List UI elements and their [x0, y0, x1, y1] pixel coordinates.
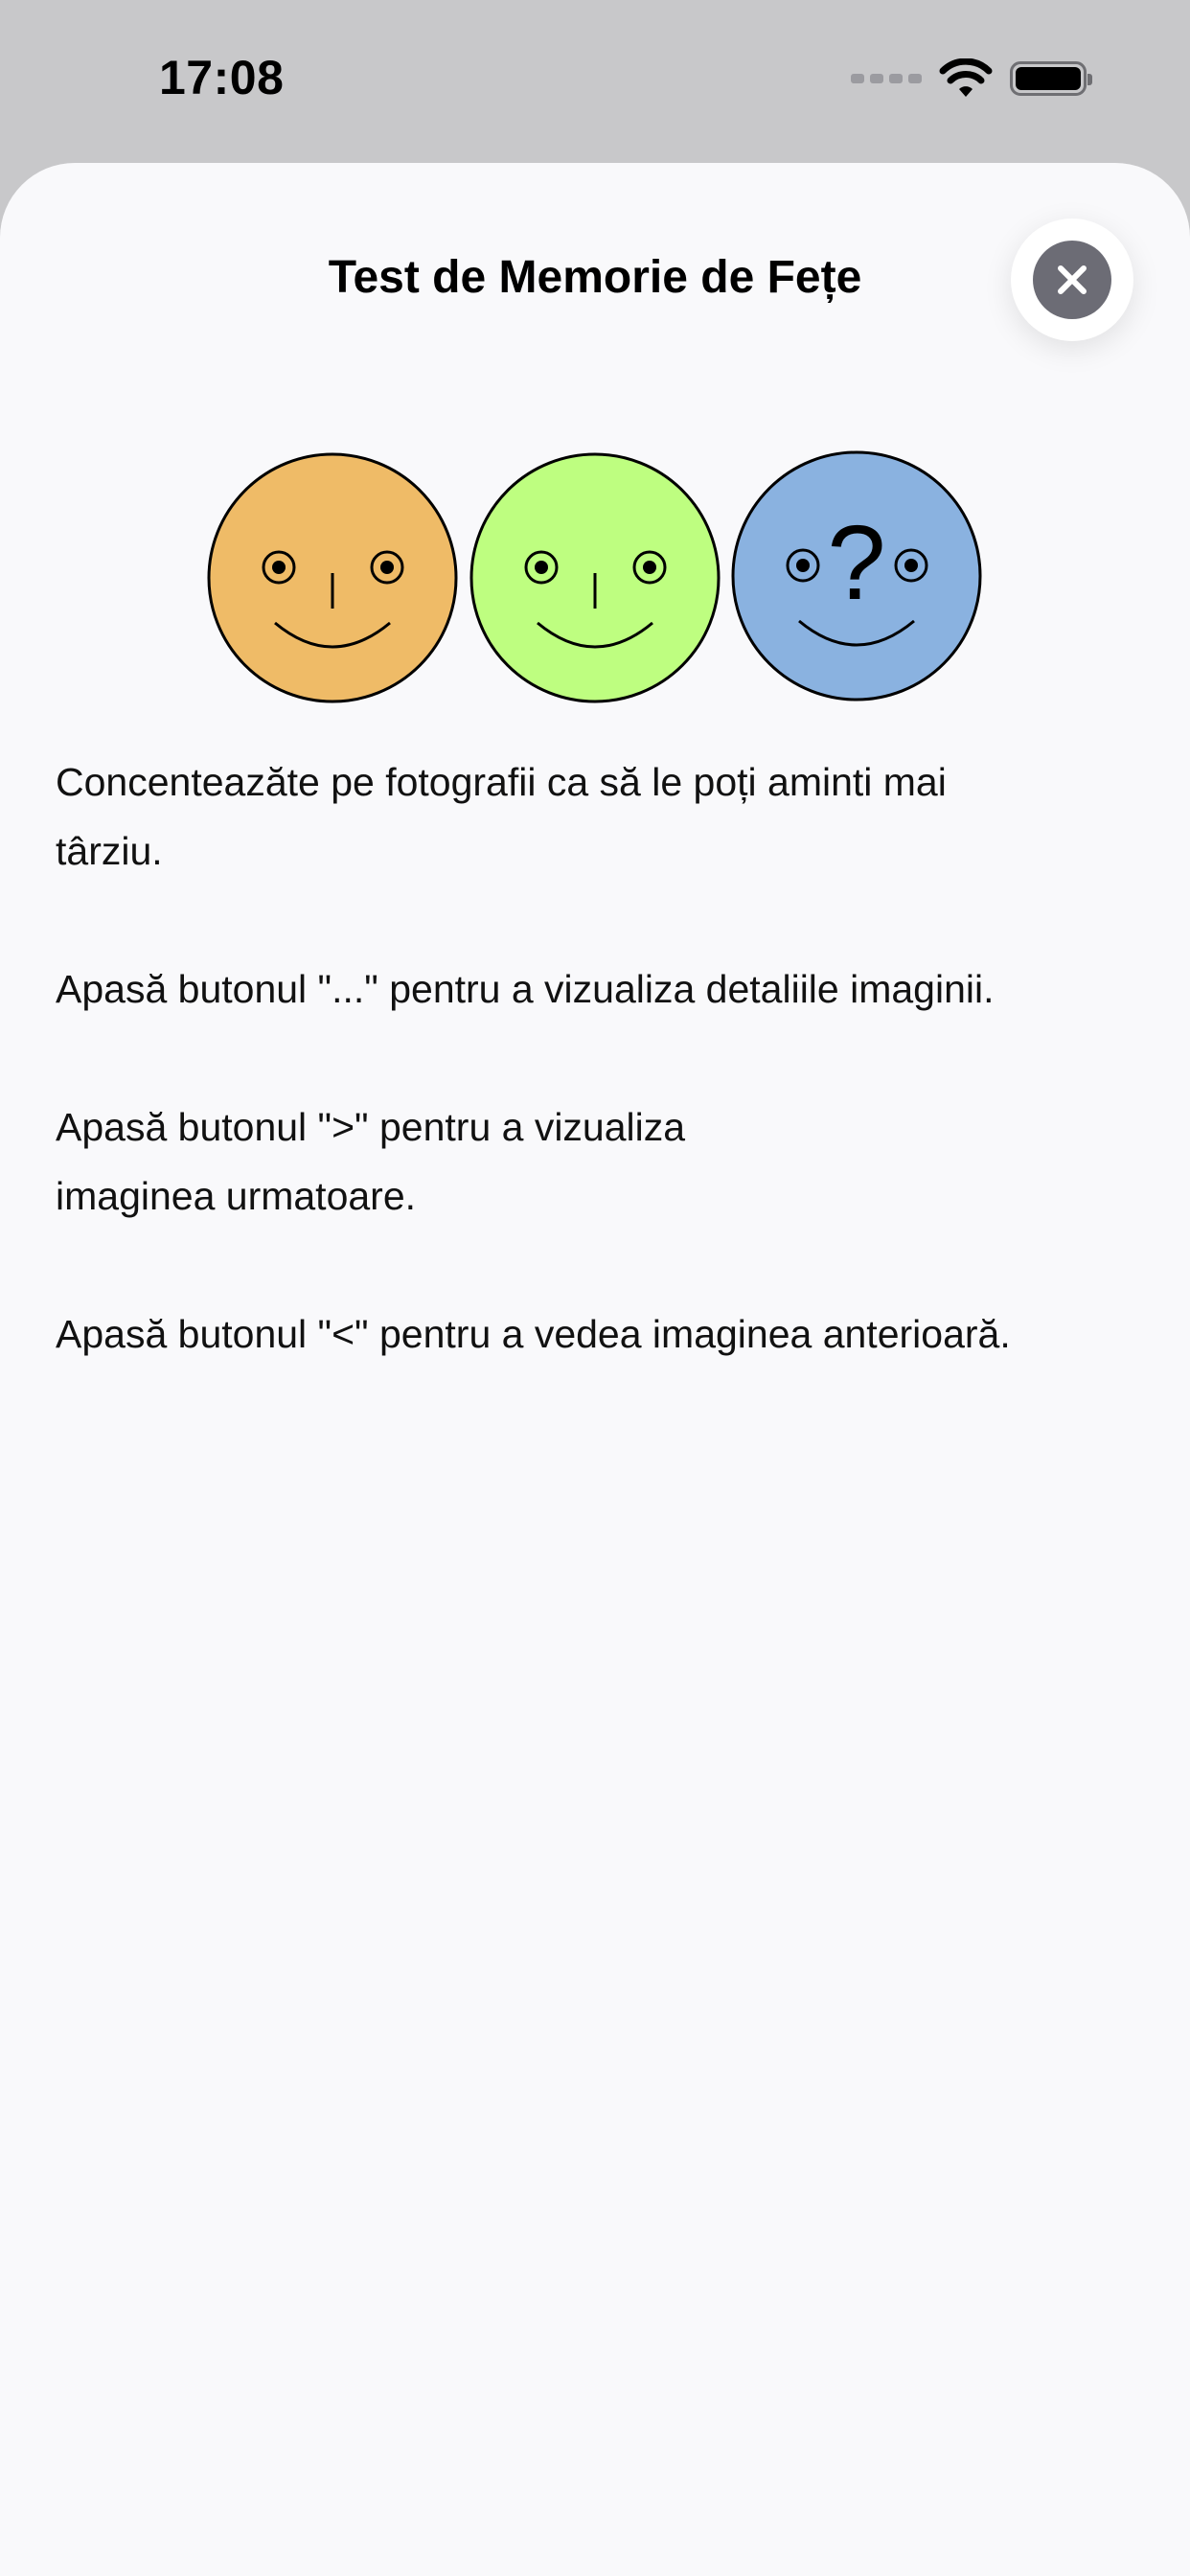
modal-sheet: Test de Memorie de Fețe ? Concenteazăte … — [0, 163, 1190, 2576]
instructions-text: Concenteazăte pe fotografii ca să le poț… — [56, 748, 1157, 1438]
faces-illustration: ? — [207, 450, 982, 703]
instruction-previous: Apasă butonul "<" pentru a vedea imagine… — [56, 1312, 1011, 1356]
status-time: 17:08 — [159, 51, 285, 104]
instruction-next: Apasă butonul ">" pentru a vizualiza ima… — [56, 1105, 686, 1218]
close-icon — [1033, 241, 1111, 319]
status-icons — [851, 58, 1092, 100]
wifi-icon — [939, 58, 993, 97]
blue-question-face-icon: ? — [731, 450, 982, 702]
screen: 17:08 Test de Memorie de Fețe ? Concente… — [0, 0, 1190, 2576]
question-mark: ? — [827, 504, 885, 622]
battery-icon — [1010, 61, 1092, 96]
green-face-icon — [469, 452, 721, 703]
instruction-details: Apasă butonul "..." pentru a vizualiza d… — [56, 967, 995, 1011]
close-button[interactable] — [1011, 218, 1133, 341]
instruction-focus: Concenteazăte pe fotografii ca să le poț… — [56, 760, 947, 873]
orange-face-icon — [207, 452, 458, 703]
cellular-signal-icon — [851, 74, 922, 83]
